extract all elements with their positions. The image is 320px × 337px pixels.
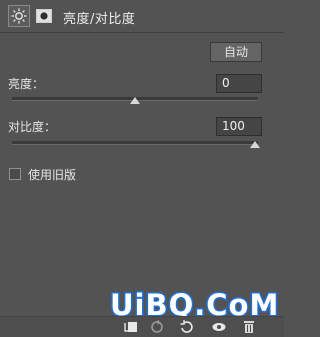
brightness-slider-thumb[interactable] (130, 97, 140, 104)
contrast-slider-thumb[interactable] (250, 141, 260, 148)
contrast-label: 对比度： (8, 120, 57, 134)
reset-icon[interactable] (180, 320, 194, 334)
visibility-eye-icon[interactable] (212, 320, 226, 334)
adjustment-sun-icon[interactable] (8, 5, 30, 27)
legacy-checkbox[interactable] (9, 168, 21, 180)
auto-button[interactable]: 自动 (210, 42, 262, 62)
contrast-slider[interactable] (12, 141, 260, 148)
view-previous-icon[interactable] (150, 319, 164, 334)
clip-to-layer-icon[interactable] (124, 320, 138, 334)
legacy-label: 使用旧版 (28, 168, 77, 182)
brightness-input[interactable]: 0 (216, 74, 262, 93)
properties-header: 亮度/对比度 (0, 0, 284, 33)
brightness-label: 亮度： (8, 77, 45, 91)
panel-footer (0, 316, 284, 337)
layer-mask-icon[interactable] (33, 5, 55, 27)
brightness-slider[interactable] (12, 97, 258, 104)
panel-title: 亮度/对比度 (63, 12, 136, 27)
delete-trash-icon[interactable] (242, 320, 256, 334)
contrast-input[interactable]: 100 (216, 117, 262, 136)
